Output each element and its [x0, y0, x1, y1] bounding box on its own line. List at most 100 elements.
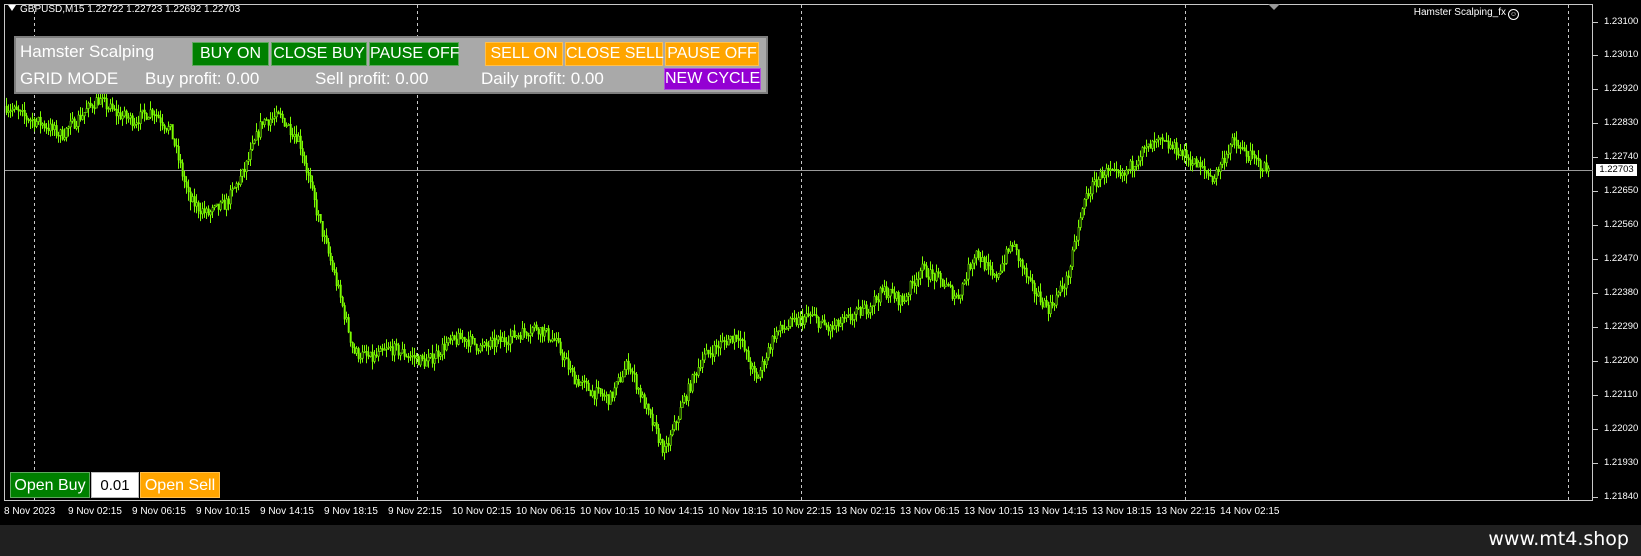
- candle-body: [369, 351, 372, 357]
- candle-body: [17, 109, 20, 112]
- candle-body: [475, 343, 478, 351]
- candle-body: [539, 327, 542, 335]
- candle-body: [613, 387, 616, 398]
- candle-body: [97, 97, 100, 105]
- candle-body: [363, 351, 366, 353]
- candle-body: [1053, 304, 1056, 307]
- open-buy-button[interactable]: Open Buy: [10, 472, 90, 498]
- candle-body: [115, 108, 118, 117]
- pause-off-buy-button[interactable]: PAUSE OFF: [369, 42, 460, 66]
- dropdown-triangle-icon[interactable]: [8, 5, 16, 11]
- candle-body: [1023, 267, 1026, 270]
- candle-body: [983, 257, 986, 270]
- candle-body: [289, 124, 292, 136]
- candle-body: [643, 394, 646, 409]
- candle-body: [905, 296, 908, 301]
- candle-body: [1097, 179, 1100, 187]
- candle-body: [1011, 245, 1014, 247]
- candle-body: [599, 388, 602, 394]
- candle-body: [691, 374, 694, 392]
- candle-body: [889, 288, 892, 297]
- candle-body: [1037, 291, 1040, 297]
- chart-area[interactable]: GBPUSD,M15 1.22722 1.22723 1.22692 1.227…: [0, 0, 1641, 525]
- candle-body: [279, 113, 282, 115]
- candle-body: [89, 102, 92, 106]
- candle-body: [853, 313, 856, 320]
- candle-body: [55, 125, 58, 136]
- candle-body: [841, 317, 844, 324]
- candle-body: [463, 337, 466, 342]
- candle-body: [1087, 193, 1090, 197]
- pause-off-sell-button[interactable]: PAUSE OFF: [665, 42, 759, 66]
- candle-body: [1209, 175, 1212, 177]
- candle-body: [801, 316, 804, 325]
- candle-body: [219, 201, 222, 210]
- candle-body: [517, 335, 520, 337]
- candle-body: [239, 175, 242, 185]
- candle-body: [985, 262, 988, 270]
- candle-body: [49, 123, 52, 132]
- candle-body: [645, 403, 648, 409]
- sell-on-button[interactable]: SELL ON: [485, 42, 563, 66]
- candle-body: [589, 390, 592, 397]
- candle-body: [961, 283, 964, 296]
- candle-body: [1223, 157, 1226, 164]
- candle-body: [183, 175, 186, 183]
- candle-body: [1091, 181, 1094, 195]
- candle-body: [171, 124, 174, 140]
- open-sell-button[interactable]: Open Sell: [140, 472, 220, 498]
- lot-size-input[interactable]: [91, 472, 139, 498]
- candle-body: [467, 339, 470, 347]
- candle-body: [265, 119, 268, 121]
- candle-body: [1161, 137, 1164, 141]
- candle-body: [281, 113, 284, 119]
- candle-body: [1109, 168, 1112, 172]
- candle-body: [491, 337, 494, 341]
- candle-body: [105, 98, 108, 110]
- candle-body: [1029, 277, 1032, 281]
- candle-body: [523, 328, 526, 333]
- candle-body: [949, 284, 952, 287]
- candle-body: [1215, 169, 1218, 179]
- candle-body: [865, 304, 868, 315]
- candle-body: [85, 108, 88, 113]
- candle-body: [129, 115, 132, 119]
- candle-body: [277, 111, 280, 114]
- candle-body: [765, 357, 768, 365]
- candle-body: [773, 335, 776, 340]
- close-buy-button[interactable]: CLOSE BUY: [271, 42, 367, 66]
- candle-body: [675, 421, 678, 424]
- candle-body: [999, 270, 1002, 274]
- candle-body: [361, 351, 364, 359]
- candle-body: [597, 387, 600, 389]
- panel-title: Hamster Scalping: [20, 42, 155, 61]
- candle-body: [567, 358, 570, 370]
- candle-body: [413, 355, 416, 359]
- candle-body: [729, 335, 732, 340]
- candle-body: [1155, 139, 1158, 143]
- close-sell-button[interactable]: CLOSE SELL: [565, 42, 664, 66]
- candle-body: [1183, 149, 1186, 157]
- candle-body: [25, 115, 28, 120]
- candle-body: [181, 162, 184, 177]
- buy-on-button[interactable]: BUY ON: [192, 42, 269, 66]
- candle-body: [959, 294, 962, 299]
- candle-body: [1171, 144, 1174, 149]
- footer-url[interactable]: www.mt4.shop: [1488, 528, 1629, 550]
- candle-body: [899, 295, 902, 306]
- candle-body: [371, 351, 374, 362]
- candle-body: [223, 199, 226, 210]
- candle-body: [1125, 169, 1128, 176]
- candle-body: [651, 413, 654, 426]
- candle-body: [611, 391, 614, 398]
- candle-body: [657, 428, 660, 443]
- candle-body: [745, 349, 748, 352]
- candle-body: [519, 335, 522, 340]
- new-cycle-button[interactable]: NEW CYCLE: [664, 68, 761, 90]
- candle-body: [1093, 179, 1096, 182]
- candle-body: [595, 387, 598, 400]
- candle-body: [845, 315, 848, 318]
- candle-body: [1149, 143, 1152, 149]
- candle-body: [59, 129, 62, 136]
- hamster-panel: Hamster Scalping BUY ON CLOSE BUY PAUSE …: [14, 36, 768, 94]
